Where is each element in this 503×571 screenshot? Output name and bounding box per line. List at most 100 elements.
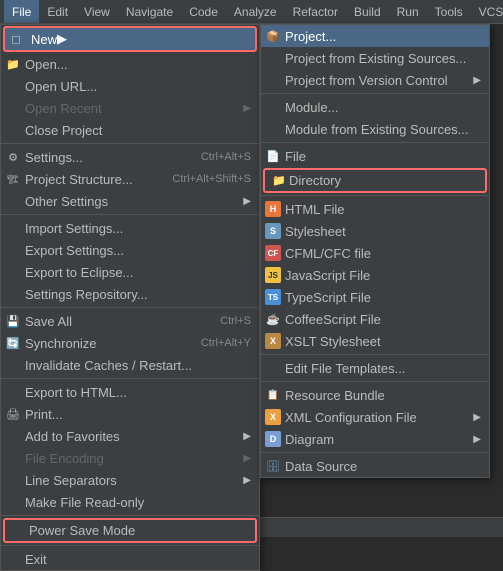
menu-item-data-source[interactable]: 🗄 Data Source (261, 455, 489, 477)
menu-item-export-eclipse[interactable]: Export to Eclipse... (1, 261, 259, 283)
open-recent-arrow: ▶ (239, 103, 251, 114)
settings-label: Settings... (25, 150, 83, 165)
data-source-label: Data Source (285, 459, 357, 474)
menu-item-project-vcs[interactable]: Project from Version Control ▶ (261, 69, 489, 91)
html-file-label: HTML File (285, 202, 344, 217)
new-arrow-icon: ▶ (57, 31, 67, 47)
make-readonly-label: Make File Read-only (25, 495, 144, 510)
menu-item-edit-templates[interactable]: Edit File Templates... (261, 357, 489, 379)
menu-item-javascript[interactable]: JS JavaScript File (261, 264, 489, 286)
menu-build[interactable]: Build (346, 0, 389, 23)
menu-vcs[interactable]: VCS (471, 0, 503, 23)
menu-edit[interactable]: Edit (39, 0, 76, 23)
stylesheet-label: Stylesheet (285, 224, 346, 239)
menu-item-make-readonly[interactable]: Make File Read-only (1, 491, 259, 513)
new-sep-1 (261, 93, 489, 94)
menu-item-synchronize[interactable]: 🔄 Synchronize Ctrl+Alt+Y (1, 332, 259, 354)
sync-icon: 🔄 (5, 335, 21, 351)
line-separators-arrow: ▶ (239, 475, 251, 486)
export-settings-label: Export Settings... (25, 243, 124, 258)
menu-item-open-recent[interactable]: Open Recent ▶ (1, 97, 259, 119)
menu-item-new[interactable]: ◻ New ▶ (3, 26, 257, 52)
menu-item-line-separators[interactable]: Line Separators ▶ (1, 469, 259, 491)
menu-item-xml-config[interactable]: X XML Configuration File ▶ (261, 406, 489, 428)
file-menu-dropdown: ◻ New ▶ 📁 Open... Open URL... Open Recen… (0, 24, 260, 571)
project-vcs-arrow: ▶ (469, 75, 481, 86)
menu-tools[interactable]: Tools (427, 0, 471, 23)
invalidate-caches-label: Invalidate Caches / Restart... (25, 358, 192, 373)
stylesheet-icon: S (265, 223, 281, 239)
xml-config-label: XML Configuration File (285, 410, 417, 425)
diagram-label: Diagram (285, 432, 334, 447)
synchronize-label: Synchronize (25, 336, 97, 351)
new-sep-2 (261, 142, 489, 143)
menu-item-stylesheet[interactable]: S Stylesheet (261, 220, 489, 242)
dropdown-container: ◻ New ▶ 📁 Open... Open URL... Open Recen… (0, 24, 260, 571)
menu-item-export-settings[interactable]: Export Settings... (1, 239, 259, 261)
menu-run[interactable]: Run (389, 0, 427, 23)
cfml-label: CFML/CFC file (285, 246, 371, 261)
separator-6 (1, 545, 259, 546)
menu-item-resource-bundle[interactable]: 📋 Resource Bundle (261, 384, 489, 406)
menu-analyze[interactable]: Analyze (226, 0, 285, 23)
menu-item-exit[interactable]: Exit (1, 548, 259, 570)
menu-item-xslt[interactable]: X XSLT Stylesheet (261, 330, 489, 352)
new-icon: ◻ (11, 32, 27, 46)
menu-item-cfml[interactable]: CF CFML/CFC file (261, 242, 489, 264)
menu-item-module-existing[interactable]: Module from Existing Sources... (261, 118, 489, 140)
menu-item-export-html[interactable]: Export to HTML... (1, 381, 259, 403)
export-html-label: Export to HTML... (25, 385, 127, 400)
menu-item-directory[interactable]: 📁 Directory (263, 168, 487, 193)
menu-item-diagram[interactable]: D Diagram ▶ (261, 428, 489, 450)
new-sep-6 (261, 452, 489, 453)
xml-config-arrow: ▶ (469, 412, 481, 423)
menu-item-module[interactable]: Module... (261, 96, 489, 118)
power-save-label: Power Save Mode (29, 523, 135, 538)
javascript-label: JavaScript File (285, 268, 370, 283)
file-encoding-label: File Encoding (25, 451, 104, 466)
menu-item-import-settings[interactable]: Import Settings... (1, 217, 259, 239)
menu-view[interactable]: View (76, 0, 118, 23)
menu-item-project-structure[interactable]: 🏗 Project Structure... Ctrl+Alt+Shift+S (1, 168, 259, 190)
menu-item-invalidate-caches[interactable]: Invalidate Caches / Restart... (1, 354, 259, 376)
menu-item-save-all[interactable]: 💾 Save All Ctrl+S (1, 310, 259, 332)
menu-item-settings[interactable]: ⚙ Settings... Ctrl+Alt+S (1, 146, 259, 168)
open-label: Open... (25, 57, 68, 72)
menu-item-project[interactable]: 📦 Project... (261, 25, 489, 47)
menu-refactor[interactable]: Refactor (285, 0, 346, 23)
menu-item-html-file[interactable]: H HTML File (261, 198, 489, 220)
project-existing-label: Project from Existing Sources... (285, 51, 466, 66)
typescript-icon: TS (265, 289, 281, 305)
menu-item-file-encoding[interactable]: File Encoding ▶ (1, 447, 259, 469)
menu-item-add-favorites[interactable]: Add to Favorites ▶ (1, 425, 259, 447)
menu-code[interactable]: Code (181, 0, 226, 23)
menu-file[interactable]: File (4, 0, 39, 23)
export-eclipse-label: Export to Eclipse... (25, 265, 133, 280)
menu-item-coffeescript[interactable]: ☕ CoffeeScript File (261, 308, 489, 330)
menu-item-other-settings[interactable]: Other Settings ▶ (1, 190, 259, 212)
menu-item-close-project[interactable]: Close Project (1, 119, 259, 141)
print-icon: 🖨 (5, 406, 21, 422)
save-icon: 💾 (5, 313, 21, 329)
menu-item-open[interactable]: 📁 Open... (1, 53, 259, 75)
add-favorites-label: Add to Favorites (25, 429, 120, 444)
project-structure-label: Project Structure... (25, 172, 133, 187)
menu-item-print[interactable]: 🖨 Print... (1, 403, 259, 425)
separator-5 (1, 515, 259, 516)
menu-item-settings-repo[interactable]: Settings Repository... (1, 283, 259, 305)
menu-item-typescript[interactable]: TS TypeScript File (261, 286, 489, 308)
open-icon: 📁 (5, 56, 21, 72)
menu-item-project-existing[interactable]: Project from Existing Sources... (261, 47, 489, 69)
menu-item-file[interactable]: 📄 File (261, 145, 489, 167)
menu-item-open-url[interactable]: Open URL... (1, 75, 259, 97)
other-settings-arrow: ▶ (239, 196, 251, 207)
menu-item-power-save[interactable]: Power Save Mode (3, 518, 257, 543)
menu-navigate[interactable]: Navigate (118, 0, 181, 23)
other-settings-label: Other Settings (25, 194, 108, 209)
xslt-icon: X (265, 333, 281, 349)
add-favorites-arrow: ▶ (239, 431, 251, 442)
diagram-icon: D (265, 431, 281, 447)
project-structure-icon: 🏗 (5, 171, 21, 187)
module-existing-label: Module from Existing Sources... (285, 122, 469, 137)
close-project-label: Close Project (25, 123, 102, 138)
